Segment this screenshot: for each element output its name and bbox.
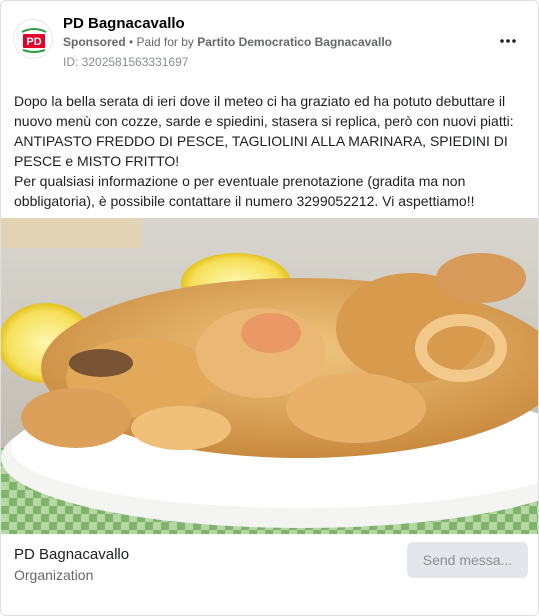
- page-avatar[interactable]: PD: [13, 19, 53, 59]
- separator: •: [125, 35, 137, 49]
- svg-text:PD: PD: [26, 36, 41, 48]
- footer-page-name[interactable]: PD Bagnacavallo: [14, 546, 129, 563]
- page-name[interactable]: PD Bagnacavallo: [63, 15, 185, 32]
- more-options-button[interactable]: [496, 29, 520, 53]
- fried-seafood-image: [1, 218, 538, 534]
- body-paragraph-1: Dopo la bella serata di ieri dove il met…: [14, 93, 514, 169]
- body-paragraph-2: Per qualsiasi informazione o per eventua…: [14, 173, 475, 209]
- more-horizontal-icon: [500, 39, 516, 43]
- send-message-button[interactable]: Send messa...: [407, 542, 528, 578]
- sponsored-label: Sponsored: [63, 35, 126, 49]
- ad-body-text: Dopo la bella serata di ieri dove il met…: [14, 91, 526, 211]
- footer-category: Organization: [14, 567, 94, 583]
- ad-header: PD PD Bagnacavallo Sponsored • Paid for …: [1, 1, 538, 79]
- sponsor-line: Sponsored • Paid for by Partito Democrat…: [63, 35, 392, 49]
- ad-id: ID: 3202581563331697: [63, 55, 189, 69]
- ad-image-fried-seafood[interactable]: [1, 218, 538, 534]
- paid-for-label: Paid for by: [136, 35, 198, 49]
- pd-logo-icon: PD: [14, 20, 52, 58]
- ad-footer: PD Bagnacavallo Organization Send messa.…: [1, 534, 538, 615]
- payer-name: Partito Democratico Bagnacavallo: [197, 35, 392, 49]
- ad-card: PD PD Bagnacavallo Sponsored • Paid for …: [0, 0, 539, 616]
